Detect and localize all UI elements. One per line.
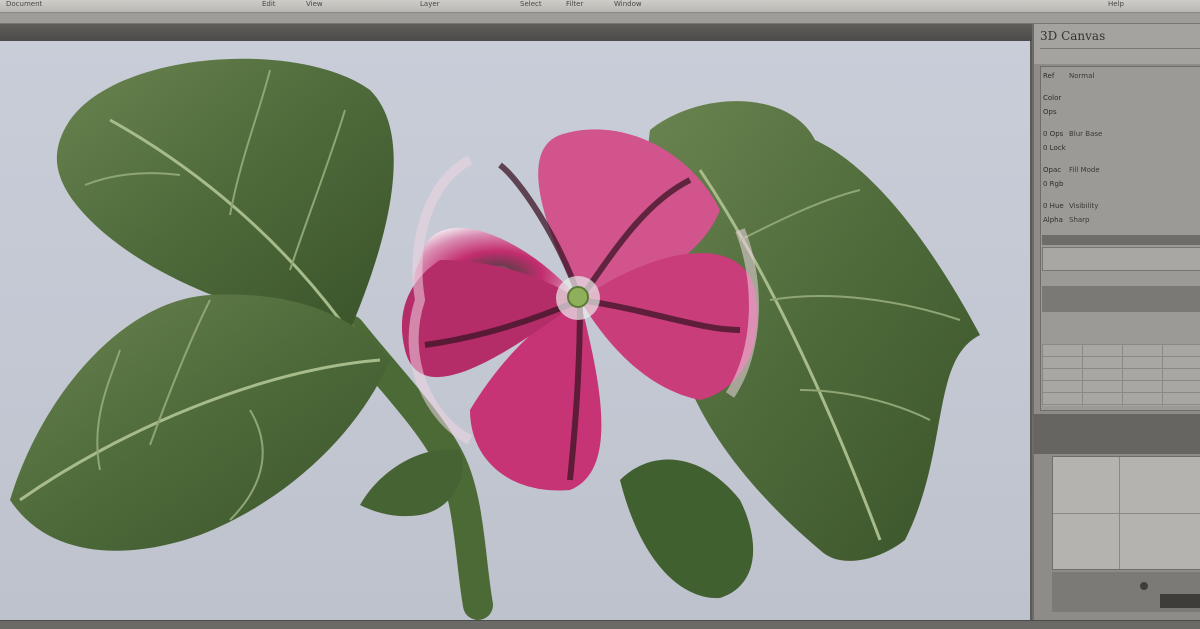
leaf [56,58,394,331]
tab-bar [0,13,1200,24]
list-item[interactable]: 0 Rgb [1043,179,1069,189]
panel-tab-strip[interactable] [1042,235,1200,245]
flower-pistil [567,286,589,308]
list-item[interactable]: Ref Normal [1043,71,1094,81]
list-item[interactable]: Ops [1043,107,1069,117]
menu-item[interactable]: Edit [262,0,276,9]
preview-guide-horizontal [1053,513,1200,514]
menu-item[interactable]: Help [1108,0,1124,9]
list-item[interactable]: Opac Fill Mode [1043,165,1100,175]
flower-artwork [10,58,980,620]
panel-field-group[interactable] [1042,247,1200,271]
properties-panel: 3D Canvas Ref Normal Color Ops 0 Ops Blur … [1032,24,1200,620]
menu-item[interactable]: View [306,0,323,9]
list-item[interactable]: 0 Hue Visibility [1043,201,1098,211]
zoom-knob-icon[interactable] [1140,582,1148,590]
menu-item[interactable]: Document [6,0,42,9]
list-item[interactable]: Alpha Sharp [1043,215,1090,225]
document-canvas[interactable] [0,41,1030,620]
panel-separator [1034,414,1200,454]
menu-item[interactable]: Filter [566,0,583,9]
panel-footer [1052,572,1200,612]
panel-header: 3D Canvas [1034,24,1200,64]
list-item[interactable]: Color [1043,93,1069,103]
menu-item[interactable]: Select [520,0,542,9]
list-item[interactable]: 0 Lock [1043,143,1069,153]
panel-title: 3D Canvas [1040,29,1106,43]
zoom-slider[interactable] [1160,594,1200,608]
leaf [10,294,390,551]
panel-grid-table[interactable] [1042,344,1200,406]
menu-item[interactable]: Layer [420,0,440,9]
menu-item[interactable]: Window [614,0,642,9]
preview-guide-vertical [1119,457,1120,569]
list-item[interactable]: 0 Ops Blur Base [1043,129,1102,139]
menu-bar: Document Edit View Layer Select Filter W… [0,0,1200,13]
leaf [360,449,463,517]
panel-slider-track[interactable] [1042,286,1200,312]
leaf [620,459,754,599]
tool-options-bar [0,24,1200,41]
navigator-preview[interactable] [1052,456,1200,570]
panel-divider [1040,48,1200,57]
